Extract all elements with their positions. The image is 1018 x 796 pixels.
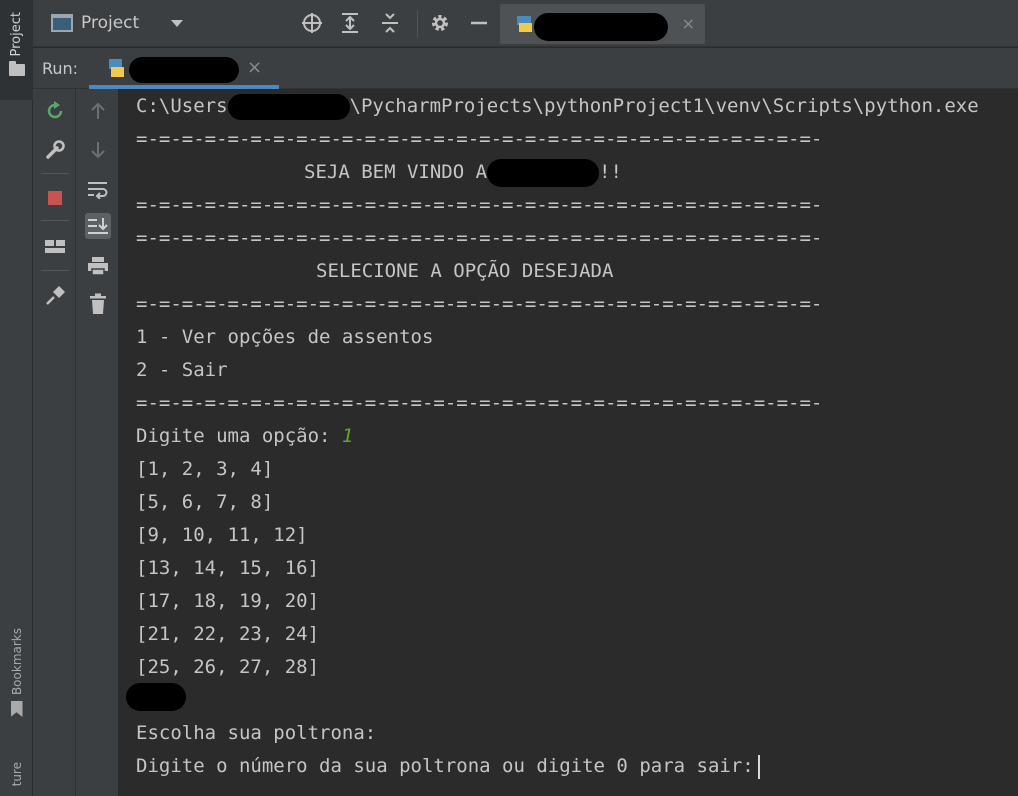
- option-input-value: 1: [341, 425, 354, 447]
- project-view-selector[interactable]: Project: [51, 10, 184, 36]
- python-file-icon: [514, 14, 534, 38]
- path-prefix: C:\Users: [136, 95, 228, 117]
- redacted-app-name: [487, 158, 600, 187]
- option-prompt-line: Digite uma opção: 1: [136, 420, 353, 453]
- layout-icon[interactable]: [42, 234, 68, 260]
- choose-seat-line: Escolha sua poltrona:: [136, 722, 377, 744]
- project-view-label: Project: [81, 13, 140, 33]
- run-tool-window-header: Run: ×: [33, 48, 1018, 89]
- bookmarks-tab-label: Bookmarks: [9, 628, 24, 696]
- bookmark-icon: [10, 701, 23, 718]
- menu-option-1: 1 - Ver opções de assentos: [136, 326, 434, 348]
- seat-row: [25, 26, 27, 28]: [136, 656, 320, 678]
- collapse-all-icon[interactable]: [378, 11, 402, 35]
- python-icon: [105, 57, 127, 83]
- option-prompt: Digite uma opção:: [136, 425, 342, 447]
- project-window-icon: [51, 14, 73, 32]
- close-icon[interactable]: ×: [247, 57, 262, 78]
- expand-all-icon[interactable]: [338, 11, 362, 35]
- pin-icon[interactable]: [42, 283, 68, 309]
- console-actions-toolbar: [76, 89, 119, 796]
- toolbar-divider: [41, 270, 69, 271]
- run-label: Run:: [42, 59, 79, 78]
- project-tab-label: Project: [9, 12, 24, 57]
- toolbar-divider: [41, 220, 69, 221]
- separator-line: =-=-=-=-=-=-=-=-=-=-=-=-=-=-=-=-=-=-=-=-…: [136, 293, 823, 315]
- select-option-title: SELECIONE A OPÇÃO DESEJADA: [316, 260, 614, 282]
- toolbar-divider: [41, 173, 69, 174]
- separator-line: =-=-=-=-=-=-=-=-=-=-=-=-=-=-=-=-=-=-=-=-…: [136, 227, 823, 249]
- rerun-icon[interactable]: [42, 98, 68, 124]
- console-output[interactable]: C:\Users \PycharmProjects\pythonProject1\…: [120, 89, 1018, 796]
- up-arrow-icon[interactable]: [85, 98, 111, 124]
- redacted-username: [227, 93, 350, 120]
- separator-line: =-=-=-=-=-=-=-=-=-=-=-=-=-=-=-=-=-=-=-=-…: [136, 194, 823, 216]
- trash-icon[interactable]: [85, 291, 111, 317]
- run-configuration-tab[interactable]: ×: [89, 48, 279, 89]
- down-arrow-icon[interactable]: [85, 137, 111, 163]
- welcome-suffix: !!: [599, 161, 622, 183]
- seat-row: [9, 10, 11, 12]: [136, 524, 308, 546]
- folder-icon: [8, 61, 25, 77]
- toolbar-divider: [417, 10, 418, 38]
- menu-option-2: 2 - Sair: [136, 359, 228, 381]
- editor-tab-active[interactable]: ×: [500, 4, 705, 44]
- path-suffix: \PycharmProjects\pythonProject1\venv\Scr…: [349, 95, 979, 117]
- stop-icon[interactable]: [42, 185, 68, 211]
- seat-row: [5, 6, 7, 8]: [136, 491, 274, 513]
- separator-line: =-=-=-=-=-=-=-=-=-=-=-=-=-=-=-=-=-=-=-=-…: [136, 128, 823, 150]
- structure-tab-label: ture: [9, 762, 24, 787]
- project-tool-window-tab[interactable]: Project: [0, 0, 33, 100]
- redacted-run-name: [129, 57, 239, 83]
- redacted-line: [126, 683, 186, 711]
- interpreter-path-line: C:\Users \PycharmProjects\pythonProject1\…: [136, 90, 979, 123]
- separator-line: =-=-=-=-=-=-=-=-=-=-=-=-=-=-=-=-=-=-=-=-…: [136, 392, 823, 414]
- redacted-filename: [534, 13, 668, 41]
- scroll-to-end-icon[interactable]: [85, 213, 111, 239]
- print-icon[interactable]: [85, 253, 111, 279]
- seat-row: [17, 18, 19, 20]: [136, 590, 320, 612]
- bookmarks-tool-window-tab[interactable]: Bookmarks: [0, 628, 33, 738]
- seat-row: [21, 22, 23, 24]: [136, 623, 320, 645]
- soft-wrap-icon[interactable]: [85, 176, 111, 202]
- run-actions-toolbar: [33, 89, 76, 796]
- gear-icon[interactable]: [428, 11, 452, 35]
- seat-row: [1, 2, 3, 4]: [136, 458, 274, 480]
- left-tool-strip: Project Bookmarks ture: [0, 0, 33, 796]
- wrench-icon[interactable]: [42, 137, 68, 163]
- target-icon[interactable]: [300, 11, 324, 35]
- top-toolbar: Project ×: [33, 0, 1018, 47]
- welcome-line: SEJA BEM VINDO A!!: [304, 156, 622, 189]
- welcome-prefix: SEJA BEM VINDO A: [304, 161, 488, 183]
- seat-row: [13, 14, 15, 16]: [136, 557, 320, 579]
- text-cursor[interactable]: [757, 754, 760, 779]
- seat-prompt: Digite o número da sua poltrona ou digit…: [136, 755, 754, 777]
- chevron-down-icon[interactable]: [171, 19, 184, 27]
- seat-input-prompt-line: Digite o número da sua poltrona ou digit…: [136, 750, 760, 783]
- close-icon[interactable]: ×: [682, 14, 695, 33]
- structure-tool-window-tab[interactable]: ture: [0, 762, 33, 796]
- minus-icon[interactable]: [467, 11, 491, 35]
